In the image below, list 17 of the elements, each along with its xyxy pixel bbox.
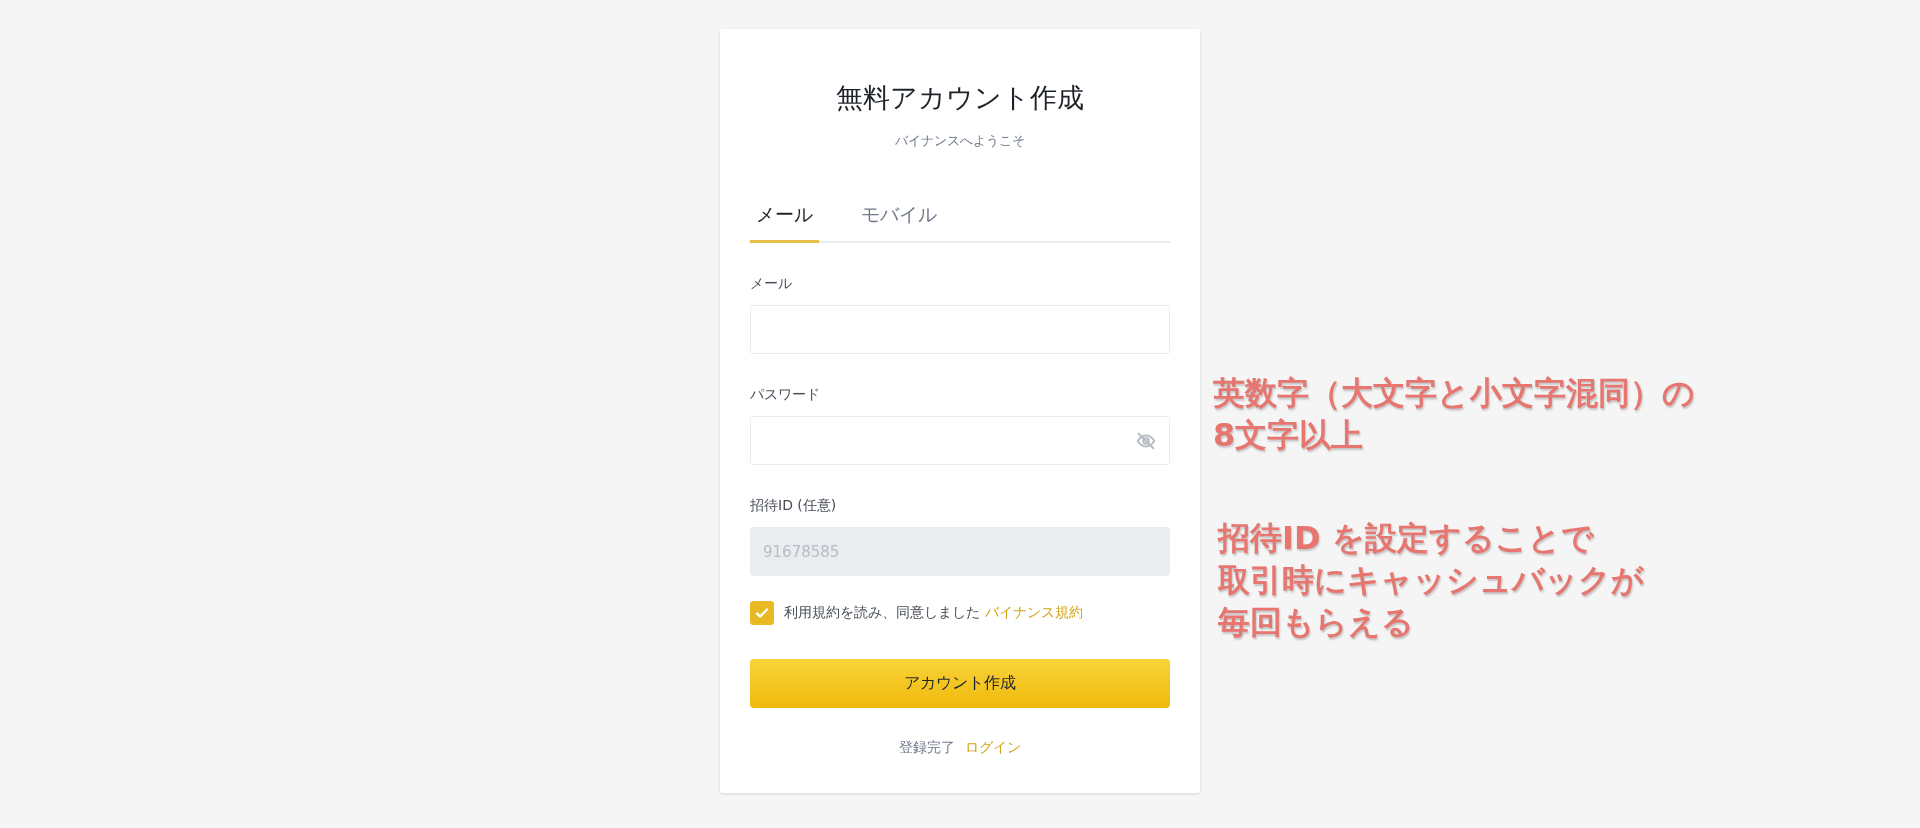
check-icon — [754, 605, 770, 621]
terms-link[interactable]: バイナンス規約 — [985, 604, 1083, 622]
annotation-text: 招待ID を設定することで 取引時にキャッシュバックが 毎回もらえる — [1218, 518, 1644, 643]
field-label: パスワード — [750, 386, 821, 404]
annotation-text: 英数字（大文字と小文字混同）の 8文字以上 — [1213, 373, 1695, 456]
tab[interactable]: モバイル — [855, 202, 943, 243]
login-link[interactable]: ログイン — [964, 739, 1021, 755]
footer-text: 登録完了 — [899, 739, 956, 755]
form-subtitle: バイナンスへようこそ — [894, 132, 1026, 150]
field-label: メール — [750, 275, 793, 293]
field-label: 招待ID (任意) — [750, 497, 838, 515]
checkbox[interactable] — [750, 601, 774, 625]
form-title: 無料アカウント作成 — [835, 81, 1085, 115]
password-field[interactable] — [750, 416, 1170, 465]
terms-text: 利用規約を読み、同意しました — [784, 604, 980, 622]
tab[interactable]: メール — [750, 202, 819, 243]
create-account-button[interactable]: アカウント作成 — [750, 659, 1170, 708]
